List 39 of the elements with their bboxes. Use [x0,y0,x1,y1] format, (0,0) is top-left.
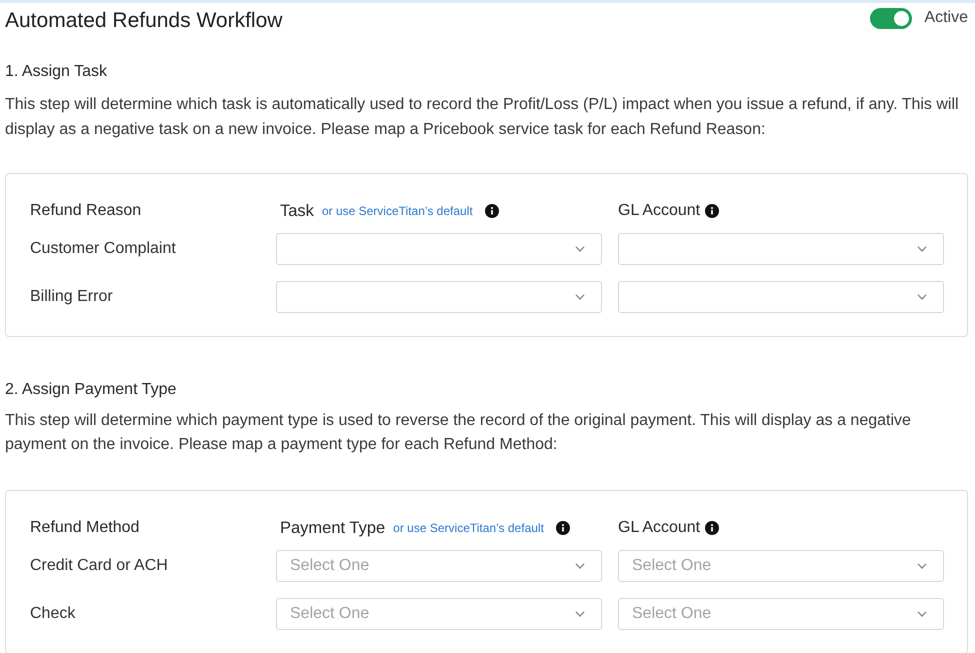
info-icon[interactable] [484,204,499,218]
info-icon[interactable] [556,521,570,535]
page-title: Automated Refunds Workflow [5,8,282,34]
chevron-down-icon [917,563,927,569]
info-icon[interactable] [705,521,720,535]
section-heading: 1. Assign Task [5,62,108,82]
section-description: This step will determine which task is automatically used to record the Profit/Loss (P/L) impact when you issue a refund, if any. This will display as a negative task on a new invoice. Please map a Pricebook service task for each Refund Reason: [5,95,960,140]
toggle-label: Active [924,9,968,27]
chevron-down-icon [575,563,585,569]
dropdown-field[interactable] [618,281,944,313]
section-heading: 2. Assign Payment Type [5,380,178,400]
row-label: Customer Complaint [30,240,177,258]
chevron-down-icon [917,611,927,617]
chevron-down-icon [917,294,927,300]
dropdown-field[interactable]: Select One [618,550,944,582]
default-link[interactable]: or use ServiceTitan’s default [322,204,473,218]
column-header: Refund Method [30,519,140,537]
dropdown-field[interactable]: Select One [618,598,944,630]
default-link[interactable]: or use ServiceTitan’s default [393,521,544,535]
column-header: Task [280,202,314,220]
chevron-down-icon [575,246,585,252]
row-label: Credit Card or ACH [30,557,169,575]
dropdown-field[interactable]: Select One [276,598,602,630]
chevron-down-icon [917,246,927,252]
status-toggle[interactable] [870,8,912,28]
column-header: GL Account [618,202,700,220]
column-header: GL Account [618,519,700,537]
info-icon[interactable] [705,204,720,218]
column-header: Refund Reason [30,202,142,220]
section-description: This step will determine which payment type is used to reverse the record of the original payment. This will display as a negative payment on the invoice. Please map a payment type for each Refund Method: [5,411,912,455]
dropdown-field[interactable] [276,281,602,313]
row-label: Billing Error [30,288,114,306]
dropdown-field[interactable]: Select One [276,550,602,582]
dropdown-field[interactable] [618,233,944,265]
dropdown-field[interactable] [276,233,602,265]
chevron-down-icon [575,611,585,617]
column-header: Payment Type [280,518,386,538]
row-label: Check [30,605,76,623]
chevron-down-icon [575,294,585,300]
